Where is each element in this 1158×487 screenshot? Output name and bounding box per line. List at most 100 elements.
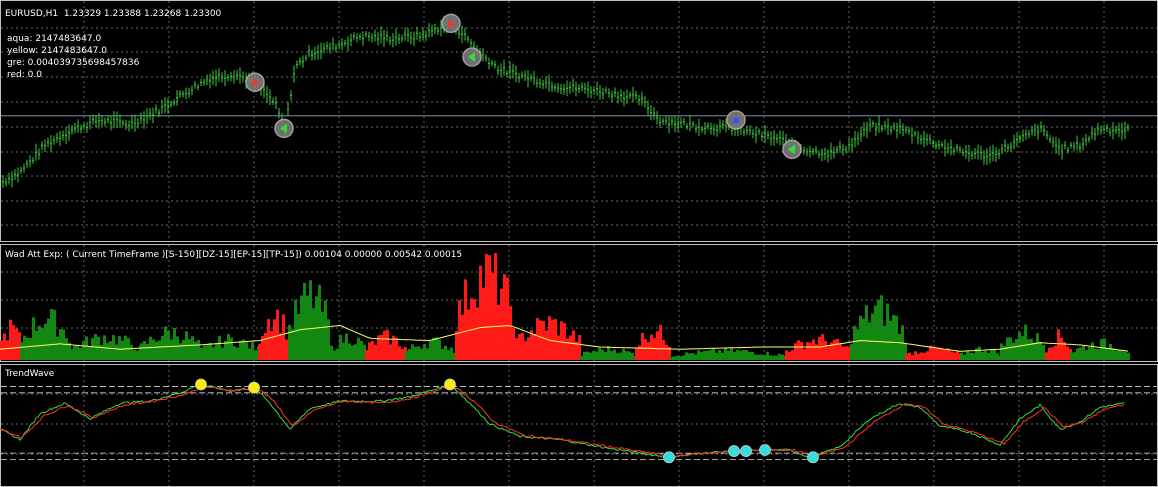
histogram-bar (1073, 352, 1076, 360)
histogram-bar (1054, 345, 1057, 360)
histogram-bar (625, 351, 628, 360)
histogram-bar (595, 351, 598, 360)
histogram-bar (245, 342, 248, 360)
histogram-bar (656, 331, 659, 360)
histogram-bar (895, 315, 898, 360)
histogram-bar (1094, 348, 1097, 360)
histogram-bar (760, 354, 763, 360)
histogram-bar (809, 342, 812, 360)
histogram-bar (56, 336, 59, 360)
histogram-bar (1127, 352, 1130, 360)
histogram-bar (533, 333, 536, 360)
histogram-bar (524, 341, 527, 360)
trendwave-pane[interactable]: TrendWave (0, 364, 1158, 487)
price-chart[interactable] (0, 0, 1158, 242)
histogram-bar (267, 319, 270, 360)
histogram-bar (294, 299, 297, 360)
chart-window[interactable]: EURUSD,H1 1.23329 1.23388 1.23268 1.2330… (0, 0, 1158, 487)
trendwave-dot-aqua (728, 445, 740, 457)
trendwave-dot-aqua (807, 451, 819, 464)
histogram-bar (401, 348, 404, 360)
histogram-bar (766, 351, 769, 360)
histogram-bar (342, 342, 345, 360)
price-pane[interactable]: EURUSD,H1 1.23329 1.23388 1.23268 1.2330… (0, 0, 1158, 242)
histogram-bar (345, 333, 348, 360)
histogram-bar (239, 340, 242, 360)
pane-border (0, 0, 1158, 242)
histogram-bar (488, 255, 491, 360)
histogram-bar (206, 344, 209, 360)
histogram-bar (209, 342, 212, 360)
histogram-bar (917, 353, 920, 360)
histogram-bar (270, 331, 273, 360)
histogram-bar (1063, 341, 1066, 360)
histogram-bar (1085, 350, 1088, 360)
histogram-bar (389, 344, 392, 360)
histogram-bar (679, 356, 682, 360)
trendwave-dot-yellow (195, 378, 207, 391)
histogram-bar (509, 306, 512, 360)
histogram-bar (877, 299, 880, 360)
histogram-bar (441, 349, 444, 360)
histogram-bar (812, 339, 815, 360)
histogram-bar (164, 326, 167, 360)
histogram-bar (1021, 336, 1024, 360)
histogram-bar (592, 351, 595, 360)
histogram-bar (47, 318, 50, 360)
histogram-bar (447, 349, 450, 360)
histogram-bar (121, 340, 124, 360)
trendwave-dot-aqua (759, 444, 771, 456)
wad-histogram[interactable] (0, 244, 1158, 362)
histogram-bar (1097, 348, 1100, 360)
histogram-bar (1012, 342, 1015, 360)
histogram-bar (3, 333, 6, 360)
histogram-bar (521, 333, 524, 360)
histogram-bar (659, 324, 662, 360)
histogram-bar (506, 277, 509, 360)
histogram-bar (411, 344, 414, 360)
histogram-bar (557, 335, 560, 360)
histogram-bar (990, 350, 993, 360)
histogram-bar (23, 335, 26, 360)
histogram-bar (248, 348, 251, 360)
histogram-bar (276, 309, 279, 360)
histogram-bar (227, 333, 230, 360)
histogram-bar (158, 340, 161, 360)
histogram-bar (604, 351, 607, 360)
histogram-bar (88, 346, 91, 360)
histogram-bar (242, 339, 245, 360)
histogram-bar (688, 353, 691, 360)
histogram-bar (140, 343, 143, 360)
histogram-bar (712, 348, 715, 360)
histogram-bar (461, 314, 464, 360)
histogram-bar (264, 332, 267, 360)
histogram-bar (709, 349, 712, 360)
histogram-bar (818, 336, 821, 360)
histogram-bar (368, 342, 371, 360)
histogram-bar (218, 335, 221, 360)
histogram-bar (221, 347, 224, 360)
histogram-bar (650, 334, 653, 360)
histogram-bar (616, 353, 619, 360)
histogram-bar (330, 345, 333, 360)
histogram-bar (351, 345, 354, 360)
wad-title: Wad Att Exp: ( Current TimeFrame )[S-150… (5, 250, 463, 260)
histogram-bar (188, 339, 191, 360)
histogram-bar (1070, 352, 1073, 360)
histogram-bar (706, 350, 709, 360)
histogram-bar (0, 340, 3, 360)
histogram-bar (739, 350, 742, 360)
histogram-bar (539, 320, 542, 360)
histogram-bar (482, 287, 485, 360)
info-aqua: aqua: 2147483647.0 (7, 34, 102, 44)
histogram-bar (670, 356, 673, 360)
histogram-bar (975, 348, 978, 360)
histogram-bar (972, 352, 975, 360)
trendwave-chart[interactable] (0, 364, 1158, 487)
histogram-bar (862, 318, 865, 360)
histogram-bar (751, 351, 754, 360)
histogram-bar (426, 348, 429, 360)
histogram-bar (300, 295, 303, 360)
histogram-bar (20, 342, 23, 360)
wad-indicator-pane[interactable]: Wad Att Exp: ( Current TimeFrame )[S-150… (0, 244, 1158, 362)
